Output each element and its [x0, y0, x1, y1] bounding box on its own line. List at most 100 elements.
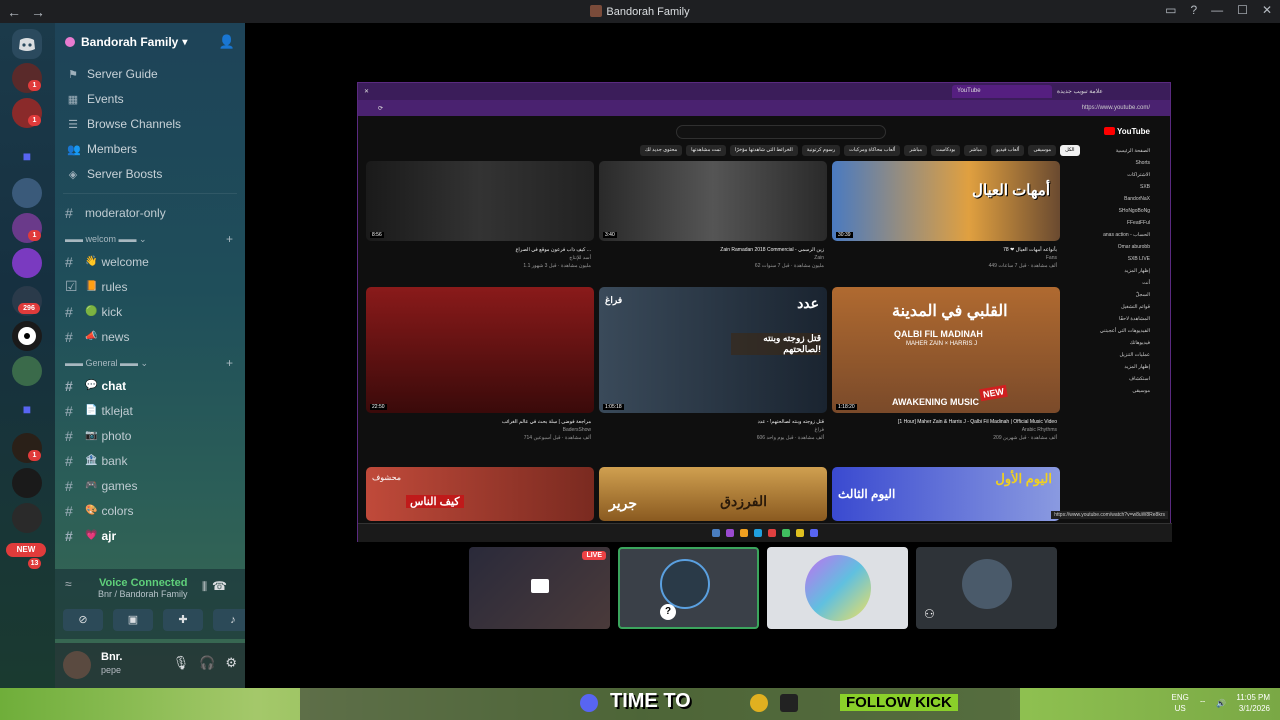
- sidebar-item[interactable]: SXB: [1070, 181, 1170, 193]
- sidebar-item[interactable]: الاشتراكات: [1070, 169, 1170, 181]
- stream-tile[interactable]: ⚇: [916, 547, 1057, 629]
- language-indicator[interactable]: US: [1172, 703, 1189, 714]
- clock-time[interactable]: 11:05 PM: [1236, 692, 1270, 703]
- video-title[interactable]: كيف ذاب فرعون موقع في الصراع ...: [366, 247, 591, 253]
- sidebar-item[interactable]: إظهار المزيد: [1070, 265, 1170, 277]
- channel-moderator-only[interactable]: # moderator-only: [55, 200, 245, 225]
- video-channel[interactable]: BadersShow: [366, 427, 591, 433]
- sidebar-item[interactable]: BandorNaX: [1070, 193, 1170, 205]
- chevron-down-icon[interactable]: ▾: [182, 37, 187, 48]
- channel-bank[interactable]: # 🏦 bank: [55, 448, 245, 473]
- chip[interactable]: تمت مشاهدتها: [686, 145, 726, 156]
- server-header[interactable]: Bandorah Family ▾ 👤: [55, 23, 245, 61]
- sidebar-item[interactable]: المشاهدة لاحقًا: [1070, 313, 1170, 325]
- video-channel[interactable]: فراغ: [599, 427, 824, 433]
- video-thumbnail[interactable]: القلبي في المدينة QALBI FIL MADINAH MAHE…: [832, 287, 1060, 413]
- sidebar-item[interactable]: Omar aburobb: [1070, 241, 1170, 253]
- discord-home-icon[interactable]: [12, 29, 42, 59]
- language-indicator[interactable]: ENG: [1172, 692, 1189, 703]
- stream-tile[interactable]: [767, 547, 908, 629]
- channel-tklejat[interactable]: # 📄 tklejat: [55, 398, 245, 423]
- reload-icon[interactable]: ⟳: [378, 105, 383, 112]
- close-icon[interactable]: ✕: [364, 88, 369, 95]
- server-avatar[interactable]: [12, 178, 42, 208]
- menu-events[interactable]: ▦ Events: [55, 86, 245, 111]
- soccer-ball-icon[interactable]: [12, 321, 42, 351]
- activities-button[interactable]: ✚: [163, 609, 203, 631]
- video-thumbnail[interactable]: محشوف كيف الناس: [366, 467, 594, 521]
- clock-date[interactable]: 3/1/2026: [1236, 703, 1270, 714]
- voice-channel[interactable]: Bnr / Bandorah Family: [98, 589, 188, 599]
- sidebar-item[interactable]: موسيقى: [1070, 385, 1170, 397]
- video-thumbnail[interactable]: 22:50: [366, 287, 594, 413]
- channel-games[interactable]: # 🎮 games: [55, 473, 245, 498]
- close-icon[interactable]: ✕: [1262, 3, 1272, 17]
- video-title[interactable]: Zain Ramadan 2018 Commercial - زين الرسم…: [599, 247, 824, 253]
- gear-icon[interactable]: ⚙: [225, 655, 237, 671]
- app-icon[interactable]: [712, 529, 720, 537]
- add-channel-icon[interactable]: +: [226, 356, 233, 370]
- chip[interactable]: بودكاست: [931, 145, 961, 156]
- sidebar-item[interactable]: SXB LIVE: [1070, 253, 1170, 265]
- screen-share-button[interactable]: ▣: [113, 609, 153, 631]
- app-icon[interactable]: [740, 529, 748, 537]
- chrome-icon[interactable]: [750, 694, 768, 712]
- video-title[interactable]: مراجعة فوضى | سلة بحث في عالم الغرائب: [366, 419, 591, 425]
- channel-news[interactable]: # 📣 news: [55, 324, 245, 349]
- disconnect-icon[interactable]: ☎: [212, 579, 227, 593]
- video-channel[interactable]: أسد للإنتاج: [366, 255, 591, 261]
- server-avatar[interactable]: [12, 248, 42, 278]
- app-icon[interactable]: [768, 529, 776, 537]
- app-icon[interactable]: [782, 529, 790, 537]
- sidebar-item[interactable]: SHoNgoBoNg: [1070, 205, 1170, 217]
- channel-photo[interactable]: # 📷 photo: [55, 423, 245, 448]
- camera-off-button[interactable]: ⊘: [63, 609, 103, 631]
- folder-icon[interactable]: ■: [12, 394, 42, 424]
- folder-icon[interactable]: ■: [12, 141, 42, 171]
- app-icon[interactable]: [796, 529, 804, 537]
- channel-rules[interactable]: ☑ 📙 rules: [55, 274, 245, 299]
- sidebar-item[interactable]: السجلّ: [1070, 289, 1170, 301]
- video-channel[interactable]: Fans: [832, 255, 1057, 261]
- volume-icon[interactable]: 🔊: [1216, 698, 1226, 709]
- app-icon[interactable]: [810, 529, 818, 537]
- channel-ajr[interactable]: # 💗 ajr: [55, 523, 245, 548]
- video-thumbnail[interactable]: جرير الفرزدق: [599, 467, 827, 521]
- headphones-icon[interactable]: 🎧: [199, 655, 215, 671]
- chip[interactable]: مباشر: [964, 145, 987, 156]
- video-channel[interactable]: Zain: [599, 255, 824, 261]
- chip[interactable]: ألعاب محاكاة ومركبات: [844, 145, 901, 156]
- add-member-icon[interactable]: 👤: [219, 34, 235, 50]
- menu-members[interactable]: 👥 Members: [55, 136, 245, 161]
- video-title[interactable]: قتل زوجته وبنته لصالحتهم! - عدد: [599, 419, 824, 425]
- microphone-icon[interactable]: 🎙: [173, 655, 190, 671]
- maximize-icon[interactable]: ☐: [1237, 3, 1248, 17]
- video-title[interactable]: 78 ❤ بأنواعه أمهات العيال: [832, 247, 1057, 253]
- terminal-icon[interactable]: [780, 694, 798, 712]
- sidebar-item[interactable]: إظهار المزيد: [1070, 361, 1170, 373]
- tab-new[interactable]: علامة تبويب جديدة: [1052, 85, 1162, 98]
- menu-browse-channels[interactable]: ☰ Browse Channels: [55, 111, 245, 136]
- app-icon[interactable]: [726, 529, 734, 537]
- channel-chat[interactable]: # 💬 chat: [55, 373, 245, 398]
- chip[interactable]: مباشر: [904, 145, 928, 156]
- video-title[interactable]: [1 Hour] Maher Zain & Harris J - Qalbi F…: [832, 419, 1057, 425]
- chip[interactable]: ألعاب فيديو: [991, 145, 1025, 156]
- sidebar-item[interactable]: استكشاف: [1070, 373, 1170, 385]
- channel-kick[interactable]: # 🟢 kick: [55, 299, 245, 324]
- sidebar-item[interactable]: anas action - الحساب: [1070, 229, 1170, 241]
- avatar[interactable]: [63, 651, 91, 679]
- video-thumbnail[interactable]: اليوم الثالث اليوم الأول: [832, 467, 1060, 521]
- youtube-search-input[interactable]: [676, 125, 886, 139]
- sidebar-item[interactable]: قوائم التشغيل: [1070, 301, 1170, 313]
- channel-welcome[interactable]: # 👋 welcome: [55, 249, 245, 274]
- channel-colors[interactable]: # 🎨 colors: [55, 498, 245, 523]
- add-channel-icon[interactable]: +: [226, 232, 233, 246]
- server-avatar[interactable]: [12, 503, 42, 533]
- video-thumbnail[interactable]: عدد فراغ قتل زوجته وبنته لصالحتهم! 1:05:…: [599, 287, 827, 413]
- help-icon[interactable]: ?: [1190, 3, 1197, 17]
- category-welcom[interactable]: ▬▬ welcom ▬▬ ⌄ +: [55, 229, 245, 249]
- video-thumbnail[interactable]: 8:56: [366, 161, 594, 241]
- minimize-icon[interactable]: —: [1211, 3, 1223, 17]
- chip[interactable]: الخرائط التي شاهدتها مؤخرًا: [729, 145, 798, 156]
